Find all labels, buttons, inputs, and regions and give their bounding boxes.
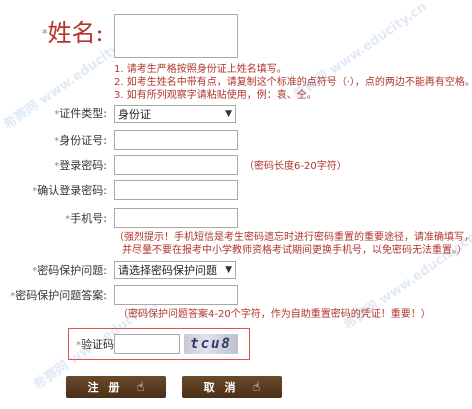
captcha-image[interactable]: tcu8 [184, 334, 238, 354]
name-hint-2: 2. 如考生姓名中带有点，请复制这个标准的点符号（·），点的两边不能再有空格。 [114, 77, 472, 88]
mobile-hint-1: （强烈提示！手机短信是考生密码遗忘时进行密码重置的重要途径，请准确填写， [114, 232, 472, 243]
confirm-password-input[interactable] [114, 180, 238, 200]
cancel-button[interactable]: 取 消 ☝ [182, 376, 282, 398]
security-answer-hint: （密码保护问题答案4-20个字符，作为自助重置密码的凭证！重要！） [118, 309, 431, 320]
chevron-down-icon: ▼ [225, 265, 232, 275]
captcha-input[interactable] [114, 334, 180, 354]
registration-form: 希赛网 www.educity.cn 希赛网 www.educity.cn 希赛… [0, 0, 472, 409]
password-label: *登录密码: [54, 159, 107, 172]
captcha-label: *验证码 [76, 338, 114, 351]
name-hint-3: 3. 如有所列观察字请粘贴使用，例：袁、仝。 [114, 90, 317, 101]
id-type-label: *证件类型: [54, 107, 107, 120]
mobile-hint-2: 并尽量不要在报考中小学教师资格考试期间更换手机号，以免密码无法重置。） [122, 245, 467, 256]
confirm-password-label: *确认登录密码: [32, 184, 107, 197]
password-input[interactable] [114, 155, 238, 175]
hand-pointer-icon: ☝ [136, 379, 145, 395]
chevron-down-icon: ▼ [225, 109, 232, 119]
name-label: *姓名: [42, 19, 104, 47]
register-button[interactable]: 注 册 ☝ [66, 376, 166, 398]
security-answer-label: *密码保护问题答案: [10, 289, 107, 302]
name-input[interactable] [114, 14, 238, 58]
mobile-input[interactable] [114, 208, 238, 228]
mobile-label: *手机号: [65, 212, 107, 225]
id-type-select[interactable]: 身份证 ▼ [114, 105, 236, 123]
id-number-label: *身份证号: [54, 134, 107, 147]
hand-pointer-icon: ☝ [252, 379, 261, 395]
security-question-select[interactable]: 请选择密码保护问题 ▼ [114, 261, 236, 279]
security-answer-input[interactable] [114, 285, 238, 305]
id-number-input[interactable] [114, 130, 238, 150]
password-hint: （密码长度6-20字符） [244, 161, 347, 172]
name-hint-1: 1. 请考生严格按照身份证上姓名填写。 [114, 64, 287, 75]
security-question-label: *密码保护问题: [32, 264, 107, 277]
